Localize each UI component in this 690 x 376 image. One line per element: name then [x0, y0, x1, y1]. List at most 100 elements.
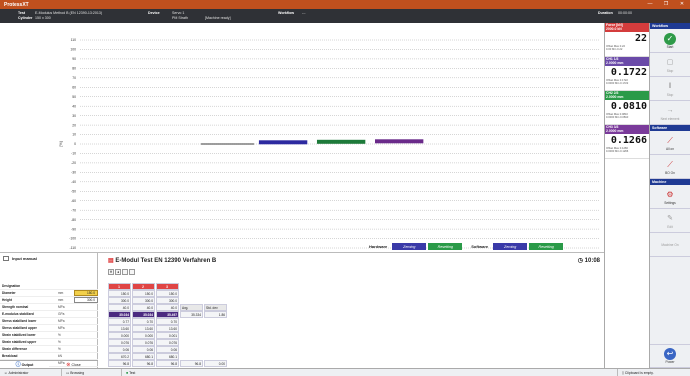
table-cell[interactable]: 0.70	[132, 318, 155, 325]
column-header[interactable]: 3	[156, 283, 179, 290]
table-cell[interactable]: 680.1	[156, 353, 179, 360]
test-value: E-Modulus Method B (EN 12390-13:2013)	[35, 11, 103, 15]
table-cell[interactable]: 35.034	[132, 311, 155, 318]
series-line-4	[374, 139, 424, 144]
table-cell[interactable]: 0.77	[108, 318, 131, 325]
stop-button[interactable]: ▢ Stop	[650, 53, 690, 77]
table-cell[interactable]: 0.06	[108, 346, 131, 353]
channel-head: Force [kN] 2000.0 kN	[605, 23, 649, 32]
table-cell[interactable]: 150.0	[156, 290, 179, 297]
table-cell[interactable]: 300.0	[132, 297, 155, 304]
table-cell[interactable]: 150.0	[108, 290, 131, 297]
nav-prev-button[interactable]: ◂	[115, 269, 121, 275]
series-line-3	[316, 139, 366, 144]
table-cell[interactable]: 13.60	[132, 325, 155, 332]
zero-all-label: All on	[666, 146, 674, 151]
status-user-text: Administrator	[8, 370, 29, 375]
table-cell[interactable]: 0.076	[156, 339, 179, 346]
machine-on-button[interactable]: Machine On	[650, 233, 690, 257]
table-cell[interactable]: 150.0	[132, 290, 155, 297]
nav-blank-1[interactable]	[122, 269, 128, 275]
column-header[interactable]: 1	[108, 283, 131, 290]
table-cell[interactable]: 13.60	[108, 325, 131, 332]
table-cell[interactable]: 13.60	[156, 325, 179, 332]
offset-value: 0.0000	[606, 116, 615, 120]
table-cell[interactable]: 96.8	[108, 360, 131, 367]
input-row: Strain stabilized lower %	[0, 332, 98, 339]
duration-label: Duration	[598, 11, 613, 15]
status-test: ■ Test	[122, 368, 618, 376]
zero-on-button[interactable]: ⟋ BO On	[650, 155, 690, 179]
clock-icon: ◷	[577, 258, 583, 264]
next-element-button[interactable]: → Next element	[650, 101, 690, 125]
y-tick-label: -20	[71, 161, 76, 165]
maximize-button[interactable]: ❐	[658, 0, 674, 9]
start-button[interactable]: ✓ Start	[650, 29, 690, 53]
nav-blank-2[interactable]	[129, 269, 135, 275]
table-cell[interactable]: 0.000	[132, 332, 155, 339]
table-cell[interactable]: 96.8	[156, 360, 179, 367]
table-cell[interactable]: 40.0	[108, 304, 131, 311]
table-cell[interactable]: 40.0	[132, 304, 155, 311]
table-cell[interactable]: 96.8	[132, 360, 155, 367]
status-clipboard-text: Clipboard is empty.	[624, 370, 654, 375]
table-cell[interactable]: 40.0	[156, 304, 179, 311]
table-cell[interactable]: 0.06	[156, 346, 179, 353]
table-cell[interactable]: 0.70	[156, 318, 179, 325]
column-header[interactable]: 2	[132, 283, 155, 290]
row-unit: kN	[58, 354, 62, 358]
table-cell[interactable]: 300.0	[156, 297, 179, 304]
y-axis-label: [%]	[59, 141, 63, 146]
channel-value: 0.0810	[610, 101, 647, 112]
zero-all-button[interactable]: ⟋ All on	[650, 131, 690, 155]
table-cell[interactable]: 300.0	[108, 297, 131, 304]
table-cell[interactable]: 0.000	[108, 332, 131, 339]
tab-close[interactable]: ⊗ Close	[49, 360, 98, 368]
close-button[interactable]: ✕	[674, 0, 690, 9]
tab-output[interactable]: ⓘ Output	[0, 360, 49, 368]
hardware-resetting-button[interactable]: Resetting	[428, 243, 463, 250]
table-cell[interactable]: 0.001	[156, 332, 179, 339]
software-resetting-button[interactable]: Resetting	[529, 243, 564, 250]
row-name: Diameter	[2, 291, 16, 295]
table-cell[interactable]: 35.497	[156, 311, 179, 318]
minimize-button[interactable]: —	[642, 0, 658, 9]
y-tick-label: 80	[72, 67, 76, 71]
input-tabs: ⓘ Output ⊗ Close	[0, 360, 98, 368]
y-tick-label: -80	[71, 218, 76, 222]
software-zeroing-button[interactable]: Zeroing	[493, 243, 528, 250]
channel-stats-2: 0.0000 Min 0.1722	[605, 82, 649, 85]
clock-time: 10:08	[584, 258, 600, 264]
status-mode: ▭ Browsing	[62, 368, 122, 376]
channel-block: CH1 1/3 2.0000 mm 0.1722 Offset Max 0.17…	[605, 57, 649, 91]
channel-value: 22	[634, 33, 647, 44]
device-label: Device	[148, 11, 160, 15]
nav-first-button[interactable]: H	[108, 269, 114, 275]
table-row: 150.0 150.0 150.0	[108, 290, 228, 297]
table-cell[interactable]: 670.2	[108, 353, 131, 360]
row-name: Strain difference	[2, 347, 28, 351]
table-cell[interactable]: 0.06	[132, 346, 155, 353]
edit-button[interactable]: ✎ Edit	[650, 209, 690, 233]
offset-value: 0.00	[606, 48, 612, 52]
table-cell[interactable]: 35.034	[108, 311, 131, 318]
y-tick-label: -100	[69, 237, 76, 241]
hardware-zeroing-button[interactable]: Zeroing	[392, 243, 427, 250]
input-row: Strength nominal MPa	[0, 304, 98, 311]
table-cell[interactable]: 680.1	[132, 353, 155, 360]
row-name: Height	[2, 298, 12, 302]
settings-button[interactable]: ⚙ Settings	[650, 185, 690, 209]
series-line-1	[200, 143, 255, 145]
stddev-header: Std. dev	[204, 304, 227, 311]
y-tick-label: -70	[71, 208, 76, 212]
row-value-field[interactable]: 150.0	[74, 290, 98, 296]
series-line-2	[258, 140, 308, 145]
browse-icon: ▭	[66, 370, 70, 375]
table-cell[interactable]: 0.076	[132, 339, 155, 346]
table-row: 0.77 0.70 0.70	[108, 318, 228, 325]
row-value-field[interactable]: 300.0	[74, 297, 98, 303]
power-button[interactable]: ↩ Power	[650, 344, 690, 368]
table-cell[interactable]: 0.076	[108, 339, 131, 346]
pause-button[interactable]: ‖ Stop	[650, 77, 690, 101]
input-row: Diameter mm 150.0	[0, 290, 98, 297]
